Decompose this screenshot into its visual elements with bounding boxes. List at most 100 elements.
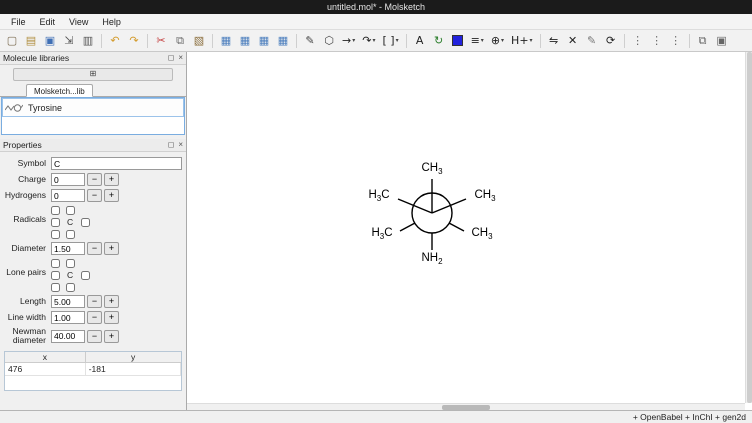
- radical-checkbox[interactable]: [51, 218, 60, 227]
- newman-projection-molecule[interactable]: CH3 H3C CH3 H3C CH3 NH2: [282, 93, 582, 333]
- tab-molsketch-lib[interactable]: Molsketch...lib: [26, 84, 93, 97]
- draw-tool-button[interactable]: ✎: [301, 32, 319, 50]
- hydrogens-input[interactable]: [51, 189, 85, 202]
- hydrogen-tool-button[interactable]: H+▾: [508, 32, 536, 50]
- coord-y-cell[interactable]: -181: [85, 363, 180, 376]
- length-decrement-button[interactable]: −: [87, 295, 102, 308]
- lone-pairs-grid: C: [51, 258, 96, 292]
- curved-arrow-tool-button[interactable]: ↷▾: [359, 32, 378, 50]
- radical-checkbox[interactable]: [81, 218, 90, 227]
- dropdown-caret-icon: ▾: [530, 38, 533, 44]
- atom-label-upper-left[interactable]: H3C: [367, 189, 390, 203]
- insert-image-button[interactable]: ▦: [217, 32, 235, 50]
- export-molecule-button[interactable]: ▦: [274, 32, 292, 50]
- newman-decrement-button[interactable]: −: [87, 330, 102, 343]
- atom-label-upper-right[interactable]: CH3: [473, 189, 496, 203]
- import-molecule-button[interactable]: ▦: [255, 32, 273, 50]
- delete-tool-button[interactable]: ✕: [564, 32, 582, 50]
- undo-button[interactable]: ↶: [106, 32, 124, 50]
- vertical-scrollbar[interactable]: [745, 52, 752, 403]
- bracket-tool-button[interactable]: [ ]▾: [379, 32, 401, 50]
- lone-pair-checkbox[interactable]: [51, 259, 60, 268]
- charge-input[interactable]: [51, 173, 85, 186]
- length-input[interactable]: [51, 295, 85, 308]
- coord-x-cell[interactable]: 476: [5, 363, 85, 376]
- line-style-button[interactable]: ≡▾: [468, 32, 487, 50]
- close-panel-icon[interactable]: ×: [178, 54, 183, 62]
- length-row: Length − +: [4, 295, 182, 308]
- arrow-tool-button[interactable]: →▾: [339, 32, 358, 50]
- lone-pair-checkbox[interactable]: [66, 283, 75, 292]
- lone-pair-checkbox[interactable]: [51, 271, 60, 280]
- library-action-icon: ⊞: [90, 70, 97, 78]
- atom-label-lower-right[interactable]: CH3: [470, 227, 493, 241]
- charge-tool-button[interactable]: ⊕▾: [488, 32, 507, 50]
- menu-view[interactable]: View: [62, 14, 95, 30]
- chain-tool-1-icon: ⋮: [632, 35, 643, 46]
- new-file-icon: ▢: [7, 35, 17, 46]
- lone-pair-checkbox[interactable]: [66, 259, 75, 268]
- atom-label-bottom[interactable]: NH2: [420, 252, 443, 266]
- charge-row: Charge − +: [4, 173, 182, 186]
- print-button[interactable]: ▥: [79, 32, 97, 50]
- chain-tool-3-button[interactable]: ⋮: [667, 32, 685, 50]
- open-file-button[interactable]: ▤: [22, 32, 40, 50]
- window-tool-button[interactable]: ⧉: [694, 32, 712, 50]
- chain-tool-1-button[interactable]: ⋮: [629, 32, 647, 50]
- charge-increment-button[interactable]: +: [104, 173, 119, 186]
- color-swatch-button[interactable]: [449, 32, 467, 50]
- atom-label-top[interactable]: CH3: [420, 162, 443, 176]
- length-increment-button[interactable]: +: [104, 295, 119, 308]
- radical-checkbox[interactable]: [66, 230, 75, 239]
- redo-button[interactable]: ↷: [125, 32, 143, 50]
- flip-tool-button[interactable]: ⇋: [545, 32, 563, 50]
- diameter-input[interactable]: [51, 242, 85, 255]
- edit-tool-button[interactable]: ✎: [583, 32, 601, 50]
- line-width-input[interactable]: [51, 311, 85, 324]
- diameter-decrement-button[interactable]: −: [87, 242, 102, 255]
- float-panel-icon[interactable]: ◻: [168, 141, 175, 149]
- vertical-scrollbar-thumb[interactable]: [747, 52, 752, 403]
- hydrogens-decrement-button[interactable]: −: [87, 189, 102, 202]
- export-file-button[interactable]: ⇲: [60, 32, 78, 50]
- lone-pair-checkbox[interactable]: [81, 271, 90, 280]
- symbol-input[interactable]: [51, 157, 182, 170]
- rotate-tool-button[interactable]: ⟳: [602, 32, 620, 50]
- menu-file[interactable]: File: [4, 14, 33, 30]
- menu-edit[interactable]: Edit: [33, 14, 63, 30]
- horizontal-scrollbar-thumb[interactable]: [442, 405, 490, 410]
- diameter-increment-button[interactable]: +: [104, 242, 119, 255]
- cut-button[interactable]: ✂: [152, 32, 170, 50]
- radical-checkbox[interactable]: [66, 206, 75, 215]
- properties-form: Symbol Charge − + Hydrogens: [0, 152, 186, 410]
- line-width-decrement-button[interactable]: −: [87, 311, 102, 324]
- screen-tool-button[interactable]: ▣: [713, 32, 731, 50]
- line-width-increment-button[interactable]: +: [104, 311, 119, 324]
- export-image-button[interactable]: ▦: [236, 32, 254, 50]
- atom-label-lower-left[interactable]: H3C: [370, 227, 393, 241]
- paste-button[interactable]: ▧: [190, 32, 208, 50]
- new-file-button[interactable]: ▢: [3, 32, 21, 50]
- molecule-thumbnail-icon: [5, 102, 23, 113]
- ring-tool-button[interactable]: ⬡: [320, 32, 338, 50]
- list-item-tyrosine[interactable]: Tyrosine: [2, 98, 184, 117]
- newman-increment-button[interactable]: +: [104, 330, 119, 343]
- text-tool-button[interactable]: A: [411, 32, 429, 50]
- library-action-button[interactable]: ⊞: [13, 68, 173, 81]
- chain-tool-2-button[interactable]: ⋮: [648, 32, 666, 50]
- save-button[interactable]: ▣: [41, 32, 59, 50]
- horizontal-scrollbar[interactable]: [187, 403, 745, 410]
- dropdown-caret-icon: ▾: [396, 38, 399, 44]
- radical-checkbox[interactable]: [51, 206, 60, 215]
- copy-button[interactable]: ⧉: [171, 32, 189, 50]
- hydrogens-increment-button[interactable]: +: [104, 189, 119, 202]
- close-panel-icon[interactable]: ×: [178, 141, 183, 149]
- newman-diameter-input[interactable]: [51, 330, 85, 343]
- charge-decrement-button[interactable]: −: [87, 173, 102, 186]
- lone-pair-checkbox[interactable]: [51, 283, 60, 292]
- radical-checkbox[interactable]: [51, 230, 60, 239]
- drawing-canvas[interactable]: CH3 H3C CH3 H3C CH3 NH2: [187, 52, 752, 410]
- menu-help[interactable]: Help: [95, 14, 128, 30]
- mechanism-tool-button[interactable]: ↻: [430, 32, 448, 50]
- float-panel-icon[interactable]: ◻: [168, 54, 175, 62]
